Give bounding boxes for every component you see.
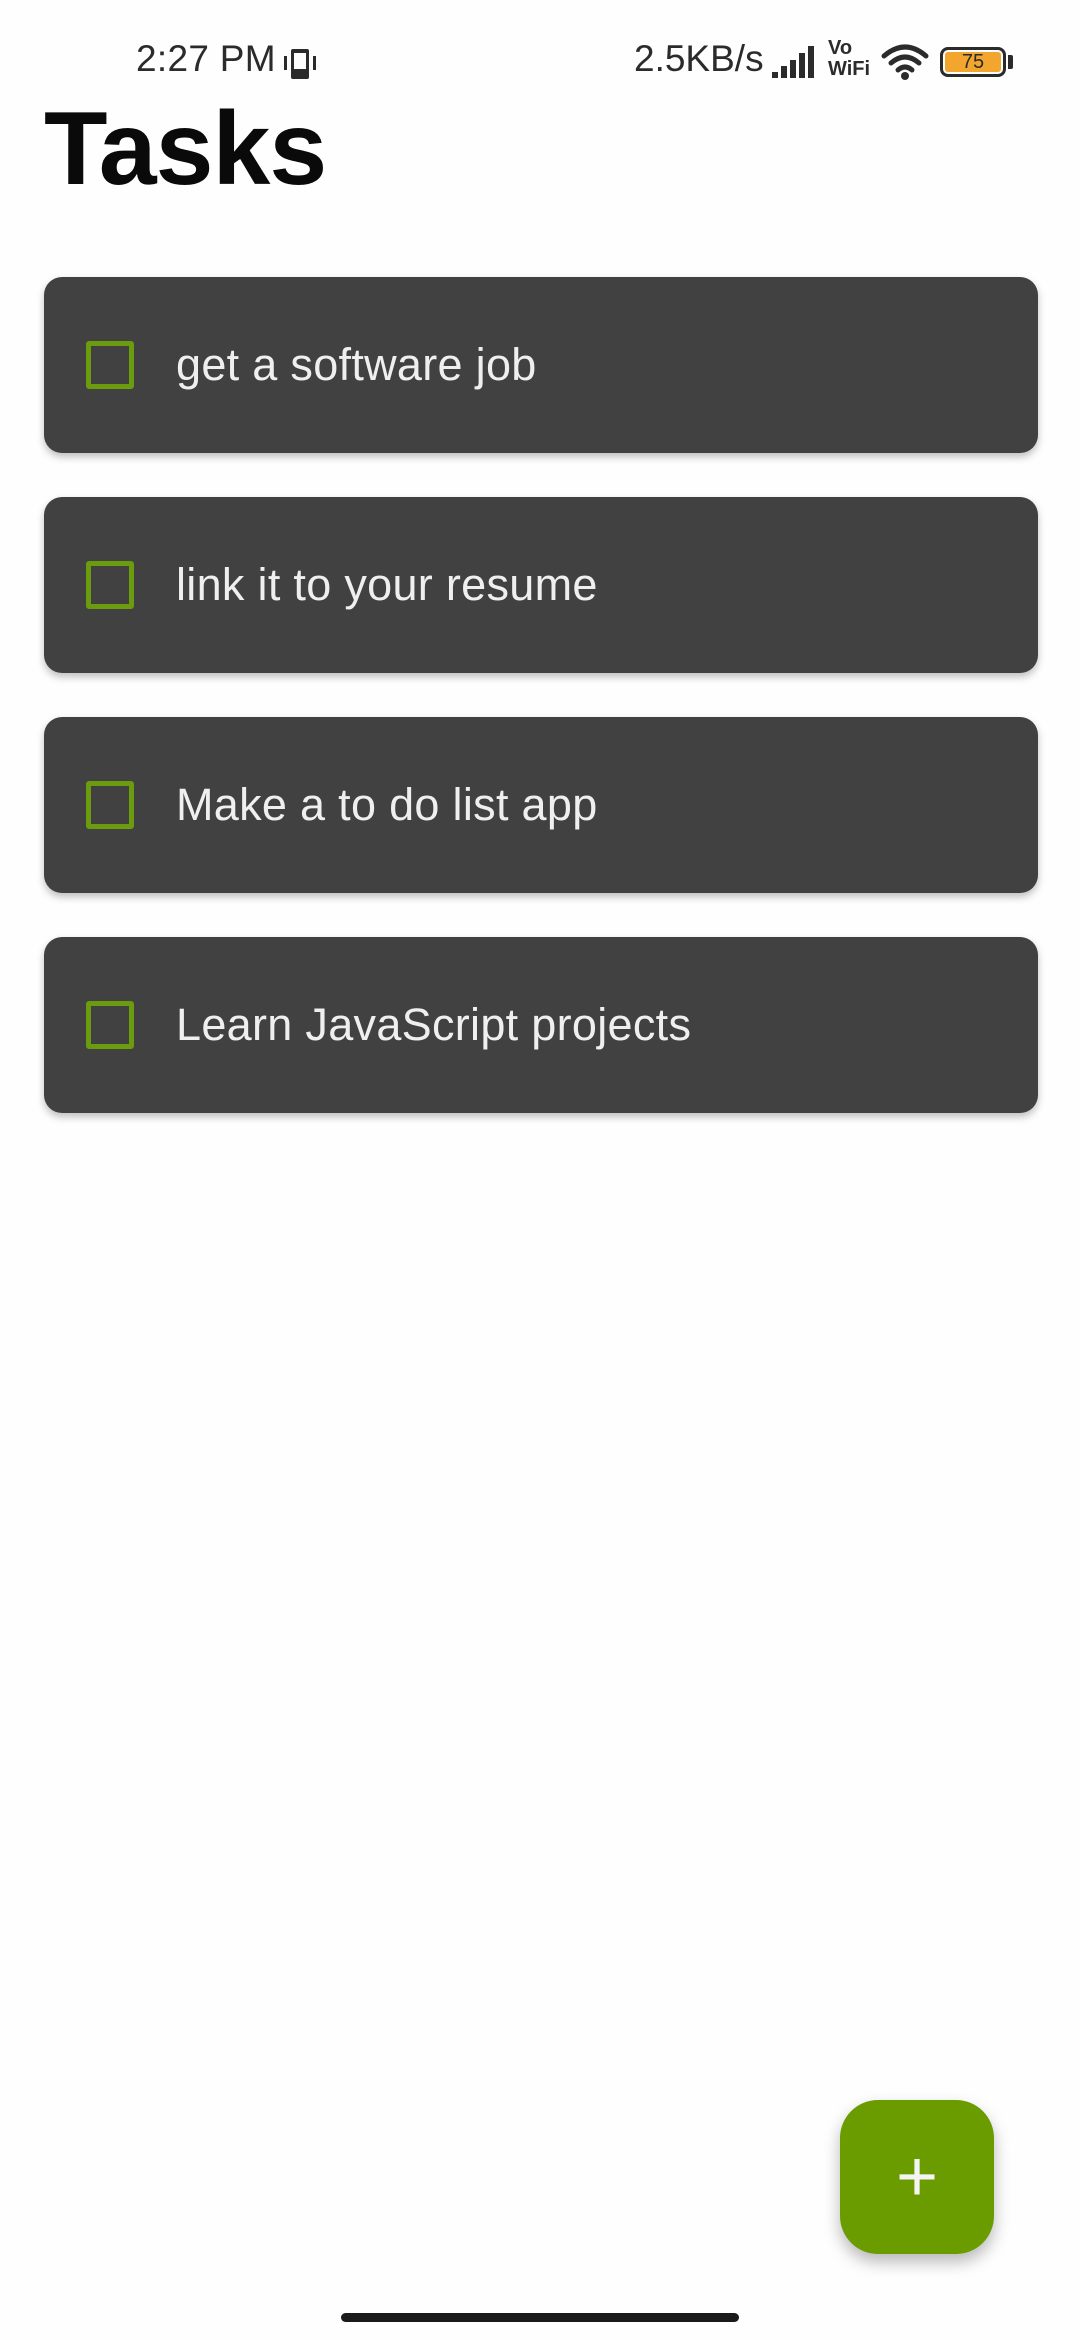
task-item[interactable]: Make a to do list app (44, 717, 1038, 893)
battery-icon: 75 (940, 47, 1006, 77)
network-speed: 2.5KB/s (634, 38, 764, 79)
page-title: Tasks (44, 91, 327, 207)
phone-vibrate-icon (284, 49, 316, 79)
task-checkbox[interactable] (86, 1001, 134, 1049)
status-time: 2:27 PM (136, 38, 276, 79)
task-item[interactable]: get a software job (44, 277, 1038, 453)
plus-icon: + (895, 2137, 939, 2217)
task-list: get a software job link it to your resum… (44, 277, 1038, 1157)
cell-signal-icon (772, 46, 814, 78)
task-checkbox[interactable] (86, 561, 134, 609)
vowifi-indicator: Vo WiFi (828, 37, 871, 80)
task-item[interactable]: Learn JavaScript projects (44, 937, 1038, 1113)
battery-tip (1008, 55, 1013, 69)
task-checkbox[interactable] (86, 781, 134, 829)
wifi-icon (881, 44, 929, 80)
battery-level: 75 (945, 51, 1001, 73)
task-checkbox[interactable] (86, 341, 134, 389)
gesture-navigation-bar[interactable] (341, 2313, 739, 2322)
task-item[interactable]: link it to your resume (44, 497, 1038, 673)
status-bar: 2:27 PM 2.5KB/s Vo WiFi 75 (0, 0, 1080, 100)
task-label: link it to your resume (176, 559, 598, 610)
tasks-screen: 2:27 PM 2.5KB/s Vo WiFi 75 Tasks get a s… (0, 0, 1080, 2340)
task-label: Learn JavaScript projects (176, 999, 692, 1050)
task-label: get a software job (176, 339, 537, 390)
task-label: Make a to do list app (176, 779, 598, 830)
add-task-button[interactable]: + (840, 2100, 994, 2254)
